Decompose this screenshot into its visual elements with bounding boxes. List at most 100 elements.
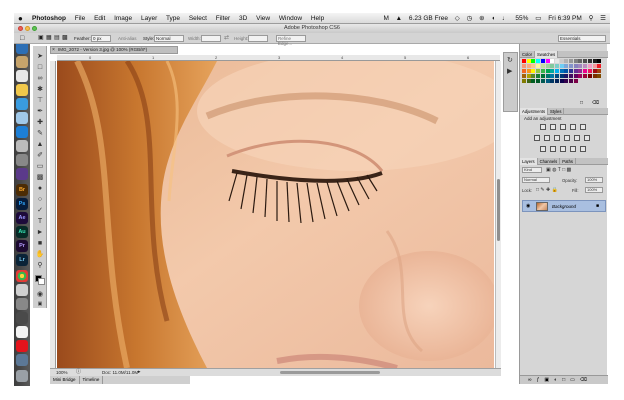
itunes-icon[interactable] <box>16 284 28 296</box>
swatch[interactable] <box>536 79 541 83</box>
swatch[interactable] <box>559 64 564 68</box>
zoom-level[interactable]: 100% <box>56 369 68 376</box>
horizontal-scroll-thumb[interactable] <box>280 371 380 374</box>
rectangle-tool-icon[interactable]: ■ <box>35 239 45 248</box>
marquee-tool-icon[interactable]: □ <box>35 63 45 72</box>
tab-paths[interactable]: Paths <box>560 158 576 165</box>
swatch[interactable] <box>540 79 545 83</box>
color-lookup-icon[interactable] <box>584 135 590 141</box>
textedit-icon[interactable] <box>16 326 28 338</box>
swatch[interactable] <box>564 59 569 63</box>
hand-tool-icon[interactable]: ✋ <box>35 250 45 259</box>
swatch[interactable] <box>536 69 541 73</box>
swatch[interactable] <box>545 59 550 63</box>
battery-status[interactable]: 55% <box>515 15 528 22</box>
menu-edit[interactable]: Edit <box>94 15 105 22</box>
fill-input[interactable]: 100% <box>585 187 603 193</box>
menu-view[interactable]: View <box>256 15 270 22</box>
swatch[interactable] <box>531 59 536 63</box>
tab-swatches[interactable]: Swatches <box>535 51 559 58</box>
swatch[interactable] <box>583 64 588 68</box>
swatch[interactable] <box>564 64 569 68</box>
swatch[interactable] <box>578 74 583 78</box>
swatch[interactable] <box>587 74 592 78</box>
exposure-icon[interactable] <box>570 124 576 130</box>
menu-image[interactable]: Image <box>114 15 132 22</box>
blur-tool-icon[interactable]: ● <box>35 184 45 193</box>
crop-tool-icon[interactable]: ⊤ <box>35 96 45 105</box>
swatch[interactable] <box>545 79 550 83</box>
time-machine-icon[interactable]: ◷ <box>467 15 473 22</box>
document-size[interactable]: Doc: 11.0M/11.0M <box>102 369 138 376</box>
swatch[interactable] <box>559 69 564 73</box>
dropbox-icon[interactable]: ◇ <box>455 15 460 22</box>
swatch[interactable] <box>554 69 559 73</box>
swatch[interactable] <box>578 69 583 73</box>
layer-row-background[interactable]: ◉ Background ■ <box>522 200 606 212</box>
swatch[interactable] <box>573 74 578 78</box>
swatch[interactable] <box>597 59 602 63</box>
delete-swatch-icon[interactable]: ⌫ <box>592 100 599 106</box>
swatch[interactable] <box>569 59 573 63</box>
swatch[interactable] <box>526 74 531 78</box>
swatch[interactable] <box>531 74 536 78</box>
swatch[interactable] <box>545 69 550 73</box>
close-window-button[interactable] <box>18 26 23 31</box>
black-white-icon[interactable] <box>554 135 560 141</box>
chrome-icon[interactable] <box>16 270 28 282</box>
filter-pixel-icon[interactable]: ▣ ◍ T □ ▩ <box>546 167 571 174</box>
channel-mixer-icon[interactable] <box>574 135 580 141</box>
lightroom-app-icon[interactable]: Lr <box>16 254 28 266</box>
premiere-app-icon[interactable]: Pr <box>16 240 28 252</box>
swatch[interactable] <box>540 69 545 73</box>
swatch[interactable] <box>526 59 531 63</box>
battery-icon[interactable]: ▭ <box>535 15 541 22</box>
posterize-icon[interactable] <box>550 146 556 152</box>
swatch[interactable] <box>526 64 531 68</box>
status-menu-arrow-icon[interactable]: ▸ <box>138 369 141 376</box>
swatch[interactable] <box>569 79 573 83</box>
swatch[interactable] <box>592 64 597 68</box>
width-input[interactable] <box>201 35 221 42</box>
menu-window[interactable]: Window <box>279 15 302 22</box>
swatch[interactable] <box>522 79 526 83</box>
invert-icon[interactable] <box>540 146 546 152</box>
swatch[interactable] <box>550 64 555 68</box>
healing-brush-tool-icon[interactable]: ✚ <box>35 118 45 127</box>
swatch[interactable] <box>536 74 541 78</box>
color-balance-icon[interactable] <box>544 135 550 141</box>
swatch[interactable] <box>587 69 592 73</box>
messages-icon[interactable] <box>16 126 28 138</box>
vibrance-icon[interactable] <box>580 124 586 130</box>
swatch[interactable] <box>564 69 569 73</box>
apple-icon[interactable]: ● <box>18 13 23 24</box>
safari-icon[interactable] <box>16 98 28 110</box>
swatch[interactable] <box>540 74 545 78</box>
notes-icon[interactable] <box>16 84 28 96</box>
screen-mode-icon[interactable]: ▣ <box>35 300 45 309</box>
swatch[interactable] <box>592 59 597 63</box>
swatch[interactable] <box>522 74 526 78</box>
type-tool-icon[interactable]: T <box>35 217 45 226</box>
menu-3d[interactable]: 3D <box>239 15 247 22</box>
menu-help[interactable]: Help <box>311 15 324 22</box>
gradient-tool-icon[interactable]: ▩ <box>35 173 45 182</box>
downloads-icon[interactable] <box>16 354 28 366</box>
swatch[interactable] <box>583 59 588 63</box>
background-color-swatch[interactable] <box>38 278 45 285</box>
curves-icon[interactable] <box>560 124 566 130</box>
swatch[interactable] <box>531 69 536 73</box>
style-select[interactable]: Normal <box>154 35 184 42</box>
photoshop-app-icon[interactable]: Ps <box>16 198 28 210</box>
tab-timeline[interactable]: Timeline <box>80 376 104 384</box>
swatch[interactable] <box>526 69 531 73</box>
refine-edge-button[interactable]: Refine Edge... <box>276 35 306 46</box>
bridge-app-icon[interactable]: Br <box>16 184 28 196</box>
swatch[interactable] <box>559 79 564 83</box>
history-panel-icon[interactable]: ↻ <box>507 56 513 64</box>
add-selection-icon[interactable]: ▦ <box>46 33 52 44</box>
menu-file[interactable]: File <box>75 15 85 22</box>
selective-color-icon[interactable] <box>580 146 586 152</box>
quick-mask-icon[interactable]: ◉ <box>35 290 45 299</box>
swatch[interactable] <box>550 79 555 83</box>
